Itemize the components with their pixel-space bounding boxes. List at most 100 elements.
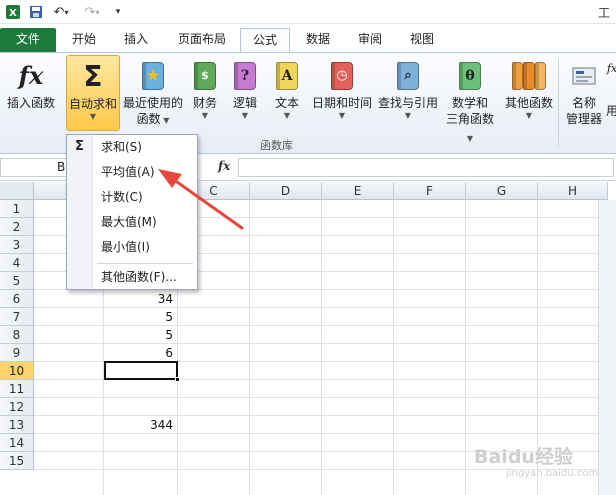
column-header-f[interactable]: F — [394, 182, 466, 200]
text-label: 文本 — [274, 96, 299, 110]
name-box[interactable]: B — [0, 158, 70, 177]
math-trig-label-2: 三角函数 — [445, 112, 494, 126]
row-header-14[interactable]: 14 — [0, 434, 34, 452]
chevron-down-icon: ▼ — [283, 111, 291, 120]
row-header-11[interactable]: 11 — [0, 380, 34, 398]
tab-file[interactable]: 文件 — [0, 28, 56, 52]
window-title: 工 — [598, 6, 611, 20]
menu-item-count[interactable]: 计数(C) — [101, 187, 143, 207]
tab-home[interactable]: 开始 — [62, 28, 106, 52]
financial-label: 财务 — [192, 96, 217, 110]
customize-toolbar-icon[interactable]: ▾ — [112, 3, 124, 21]
recently-used-button[interactable]: ★ 最近使用的 函数 ▼ — [122, 55, 184, 131]
tab-insert[interactable]: 插入 — [114, 28, 158, 52]
date-time-button[interactable]: ◷ 日期和时间 ▼ — [310, 55, 374, 131]
chevron-down-icon: ▼ — [525, 111, 533, 120]
save-icon[interactable] — [28, 3, 44, 21]
name-manager-button[interactable]: 名称 管理器 — [562, 55, 606, 131]
menu-item-max[interactable]: 最大值(M) — [101, 212, 157, 232]
menu-item-more-functions[interactable]: 其他函数(F)... — [101, 267, 177, 287]
define-name-label: 用 — [606, 104, 616, 118]
clock-book-icon: ◷ — [325, 59, 359, 93]
menu-item-min[interactable]: 最小值(I) — [101, 237, 150, 257]
row-header-8[interactable]: 8 — [0, 326, 34, 344]
insert-function-button[interactable]: fx 插入函数 — [2, 55, 60, 131]
finance-book-icon: $ — [188, 59, 222, 93]
tab-formulas[interactable]: 公式 — [240, 28, 290, 52]
define-name-icon: fx — [606, 62, 616, 75]
svg-text:X: X — [9, 8, 17, 19]
column-header-g[interactable]: G — [466, 182, 538, 200]
watermark-url: jingyan.baidu.com — [506, 468, 599, 479]
fill-handle[interactable] — [175, 377, 180, 382]
formula-input[interactable] — [238, 158, 614, 177]
search-book-icon: ⌕ — [391, 59, 425, 93]
name-manager-label-1: 名称 — [571, 96, 596, 110]
tab-view[interactable]: 视图 — [400, 28, 444, 52]
fx-icon: fx — [18, 61, 44, 90]
math-trig-label-1: 数学和 — [451, 96, 488, 110]
insert-function-fx-icon[interactable]: fx — [218, 159, 230, 173]
undo-icon[interactable]: ↶ ▾ — [50, 3, 72, 21]
row-header-4[interactable]: 4 — [0, 254, 34, 272]
row-header-10[interactable]: 10 — [0, 362, 34, 380]
theta-book-icon: θ — [453, 59, 487, 93]
row-header-13[interactable]: 13 — [0, 416, 34, 434]
date-time-label: 日期和时间 — [311, 96, 372, 110]
financial-button[interactable]: $ 财务 ▼ — [188, 55, 222, 131]
cell-b9[interactable]: 6 — [106, 344, 176, 362]
tab-page-layout[interactable]: 页面布局 — [166, 28, 238, 52]
active-cell-b10[interactable] — [104, 361, 178, 380]
cell-b7[interactable]: 5 — [106, 308, 176, 326]
row-header-2[interactable]: 2 — [0, 218, 34, 236]
chevron-down-icon: ▼ — [241, 111, 249, 120]
logical-button[interactable]: ? 逻辑 ▼ — [228, 55, 262, 131]
cell-b6[interactable]: 34 — [106, 290, 176, 308]
row-header-12[interactable]: 12 — [0, 398, 34, 416]
menu-icon-stripe — [67, 135, 93, 289]
row-header-6[interactable]: 6 — [0, 290, 34, 308]
math-trig-button[interactable]: θ 数学和 三角函数 ▼ — [442, 55, 498, 143]
more-functions-label: 其他函数 — [504, 96, 553, 110]
recently-used-label-1: 最近使用的 — [122, 96, 183, 110]
menu-item-average[interactable]: 平均值(A) — [101, 162, 155, 182]
sigma-icon: Σ — [83, 60, 103, 93]
more-functions-button[interactable]: 其他函数 ▼ — [502, 55, 556, 131]
row-header-7[interactable]: 7 — [0, 308, 34, 326]
text-button[interactable]: A 文本 ▼ — [270, 55, 304, 131]
autosum-button[interactable]: Σ 自动求和 ▼ — [66, 55, 120, 131]
cell-b8[interactable]: 5 — [106, 326, 176, 344]
row-header-9[interactable]: 9 — [0, 344, 34, 362]
baidu-watermark: Baidu经验 jingyan.baidu.com — [470, 442, 610, 486]
row-header-1[interactable]: 1 — [0, 200, 34, 218]
excel-logo-icon: X — [4, 3, 22, 21]
row-header-15[interactable]: 15 — [0, 452, 34, 470]
logical-label: 逻辑 — [232, 96, 257, 110]
menu-item-sum[interactable]: 求和(S) — [101, 137, 142, 157]
watermark-logo-text: Baidu经验 — [474, 446, 573, 468]
column-header-d[interactable]: D — [250, 182, 322, 200]
tab-review[interactable]: 审阅 — [348, 28, 392, 52]
define-name-button[interactable]: fx 用 — [606, 55, 616, 131]
select-all-corner[interactable] — [0, 182, 34, 200]
menu-separator — [97, 263, 193, 264]
redo-icon[interactable]: ↷ ▾ — [80, 3, 104, 21]
lookup-reference-button[interactable]: ⌕ 查找与引用 ▼ — [376, 55, 440, 131]
column-header-h[interactable]: H — [538, 182, 608, 200]
autosum-dropdown-menu: Σ 求和(S) 平均值(A) 计数(C) 最大值(M) 最小值(I) 其他函数(… — [66, 134, 198, 290]
column-gridline — [465, 200, 466, 495]
cell-b13[interactable]: 344 — [106, 416, 176, 434]
column-gridline — [249, 200, 250, 495]
chevron-down-icon: ▼ — [89, 112, 97, 121]
books-icon — [512, 59, 546, 93]
tab-data[interactable]: 数据 — [296, 28, 340, 52]
insert-function-label: 插入函数 — [6, 96, 55, 110]
lookup-reference-label: 查找与引用 — [377, 96, 438, 110]
column-header-e[interactable]: E — [322, 182, 394, 200]
row-header-5[interactable]: 5 — [0, 272, 34, 290]
sigma-icon: Σ — [75, 139, 84, 154]
name-manager-icon — [567, 59, 601, 93]
row-header-3[interactable]: 3 — [0, 236, 34, 254]
logic-book-icon: ? — [228, 59, 262, 93]
autosum-label: 自动求和 — [68, 97, 117, 111]
